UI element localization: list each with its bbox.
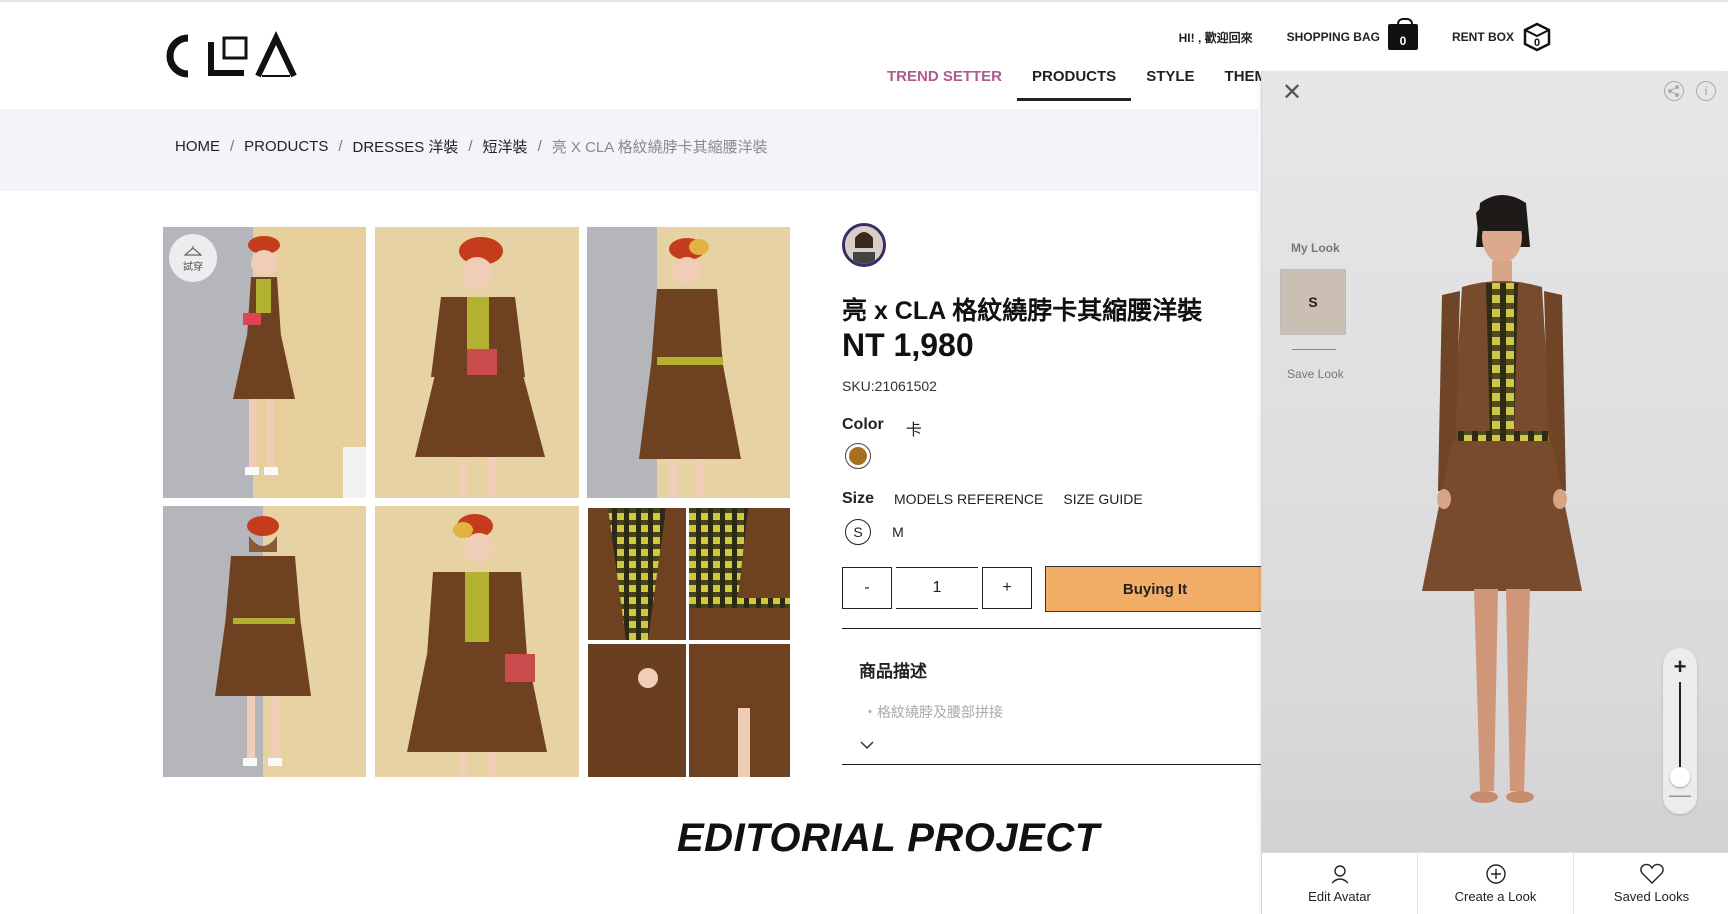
info-icon[interactable]: i <box>1696 81 1716 101</box>
nav-trend-setter[interactable]: TREND SETTER <box>872 67 1017 101</box>
share-icon[interactable] <box>1664 81 1684 101</box>
product-photo[interactable] <box>375 506 579 777</box>
qty-input[interactable]: 1 <box>896 567 978 609</box>
product-price: NT 1,980 <box>842 327 974 363</box>
product-photo[interactable] <box>375 227 579 498</box>
size-option-m[interactable]: M <box>885 519 911 545</box>
main-nav: TREND SETTER PRODUCTS STYLE THEME <box>872 67 1292 101</box>
greeting-text: HI! , 歡迎回來 <box>1178 30 1253 45</box>
avatar-3d-model[interactable] <box>1402 191 1602 846</box>
qty-plus-button[interactable]: + <box>982 567 1032 609</box>
breadcrumb-separator: / <box>230 138 235 155</box>
zoom-slider-track[interactable] <box>1679 682 1681 776</box>
description-title[interactable]: 商品描述 <box>859 657 927 682</box>
greeting-link[interactable]: HI! , 歡迎回來 <box>1179 29 1253 46</box>
heart-icon <box>1639 863 1664 884</box>
size-option-s[interactable]: S <box>845 519 871 545</box>
color-swatch[interactable] <box>845 443 871 469</box>
rent-box-icon: 0 <box>1522 22 1552 52</box>
hanger-icon <box>184 245 202 256</box>
avatar-photo-icon <box>845 226 883 264</box>
shopping-bag-link[interactable]: SHOPPING BAG 0 <box>1286 18 1418 50</box>
color-label: Color <box>842 416 884 433</box>
create-look-label: Create a Look <box>1454 889 1537 904</box>
breadcrumb-products[interactable]: PRODUCTS <box>244 138 328 155</box>
saved-looks-button[interactable]: Saved Looks <box>1574 853 1728 914</box>
my-look-thumbnail[interactable]: S <box>1280 269 1346 335</box>
nav-products[interactable]: PRODUCTS <box>1017 67 1132 101</box>
divider <box>842 764 1262 765</box>
create-look-button[interactable]: Create a Look <box>1418 853 1574 914</box>
breadcrumb-separator: / <box>338 138 343 155</box>
size-options: S M <box>845 519 911 545</box>
rent-box-link[interactable]: RENT BOX 0 <box>1452 22 1552 52</box>
buy-button[interactable]: Buying It <box>1045 566 1265 612</box>
swatch-fill <box>849 447 867 465</box>
breadcrumb-separator: / <box>537 138 542 155</box>
color-value: 卡 <box>905 422 922 439</box>
try-on-label: 試穿 <box>183 261 203 273</box>
divider <box>842 628 1262 629</box>
zoom-in-button[interactable]: + <box>1663 654 1697 680</box>
shopping-bag-icon: 0 <box>1387 18 1418 50</box>
cla-logo-icon <box>166 30 297 78</box>
size-row: Size MODELS REFERENCE SIZE GUIDE <box>842 490 1143 508</box>
product-photo[interactable] <box>587 227 790 498</box>
site-logo[interactable] <box>158 30 298 82</box>
editorial-heading: EDITORIAL PROJECT <box>677 816 1100 860</box>
saved-looks-label: Saved Looks <box>1613 889 1690 904</box>
size-label: Size <box>842 490 875 507</box>
breadcrumb-short-dresses[interactable]: 短洋裝 <box>483 136 528 157</box>
rent-box-label: RENT BOX <box>1451 30 1514 44</box>
shopping-bag-count: 0 <box>1399 34 1407 48</box>
breadcrumb-separator: / <box>468 138 473 155</box>
zoom-control: + — <box>1663 648 1697 814</box>
breadcrumb: HOME / PRODUCTS / DRESSES 洋裝 / 短洋裝 / 亮 X… <box>175 136 768 157</box>
description-item: ・格紋繞脖及腰部拼接 <box>863 704 1003 720</box>
top-border <box>0 0 1728 2</box>
my-look-label: My Look <box>1291 241 1340 255</box>
color-row: Color 卡 <box>842 416 922 440</box>
plus-circle-icon <box>1485 864 1506 884</box>
nav-style[interactable]: STYLE <box>1131 67 1209 101</box>
size-guide-link[interactable]: SIZE GUIDE <box>1063 491 1142 507</box>
virtual-fitting-panel: ✕ i My Look S Save Look + — Edit Avatar … <box>1261 71 1728 914</box>
edit-avatar-label: Edit Avatar <box>1308 889 1371 904</box>
product-detail-collage[interactable] <box>588 508 790 777</box>
quantity-stepper: - 1 + <box>842 567 1032 609</box>
utility-nav: HI! , 歡迎回來 SHOPPING BAG 0 RENT BOX 0 <box>1179 18 1552 52</box>
product-title: 亮 x CLA 格紋繞脖卡其縮腰洋裝 <box>842 297 1203 325</box>
divider <box>1292 349 1336 350</box>
chevron-down-icon[interactable] <box>860 737 874 755</box>
product-sku: SKU:21061502 <box>842 378 937 394</box>
qty-minus-button[interactable]: - <box>842 567 892 609</box>
breadcrumb-dresses[interactable]: DRESSES 洋裝 <box>353 136 459 157</box>
breadcrumb-home[interactable]: HOME <box>175 138 220 155</box>
shopping-bag-label: SHOPPING BAG <box>1286 30 1380 44</box>
fitting-toolbar: Edit Avatar Create a Look Saved Looks <box>1262 852 1728 914</box>
brand-avatar[interactable] <box>842 223 886 267</box>
zoom-out-button[interactable]: — <box>1663 782 1697 808</box>
save-look-button[interactable]: Save Look <box>1287 367 1344 381</box>
try-on-badge[interactable]: 試穿 <box>169 234 217 282</box>
look-size-badge: S <box>1308 294 1318 310</box>
breadcrumb-current: 亮 X CLA 格紋繞脖卡其縮腰洋裝 <box>551 139 768 156</box>
rent-box-count: 0 <box>1534 37 1540 49</box>
product-photo[interactable]: 試穿 <box>163 227 366 498</box>
close-icon[interactable]: ✕ <box>1280 81 1304 105</box>
avatar-icon <box>1331 865 1348 884</box>
product-photo[interactable] <box>163 506 366 777</box>
edit-avatar-button[interactable]: Edit Avatar <box>1262 853 1418 914</box>
models-reference-link[interactable]: MODELS REFERENCE <box>894 491 1043 507</box>
